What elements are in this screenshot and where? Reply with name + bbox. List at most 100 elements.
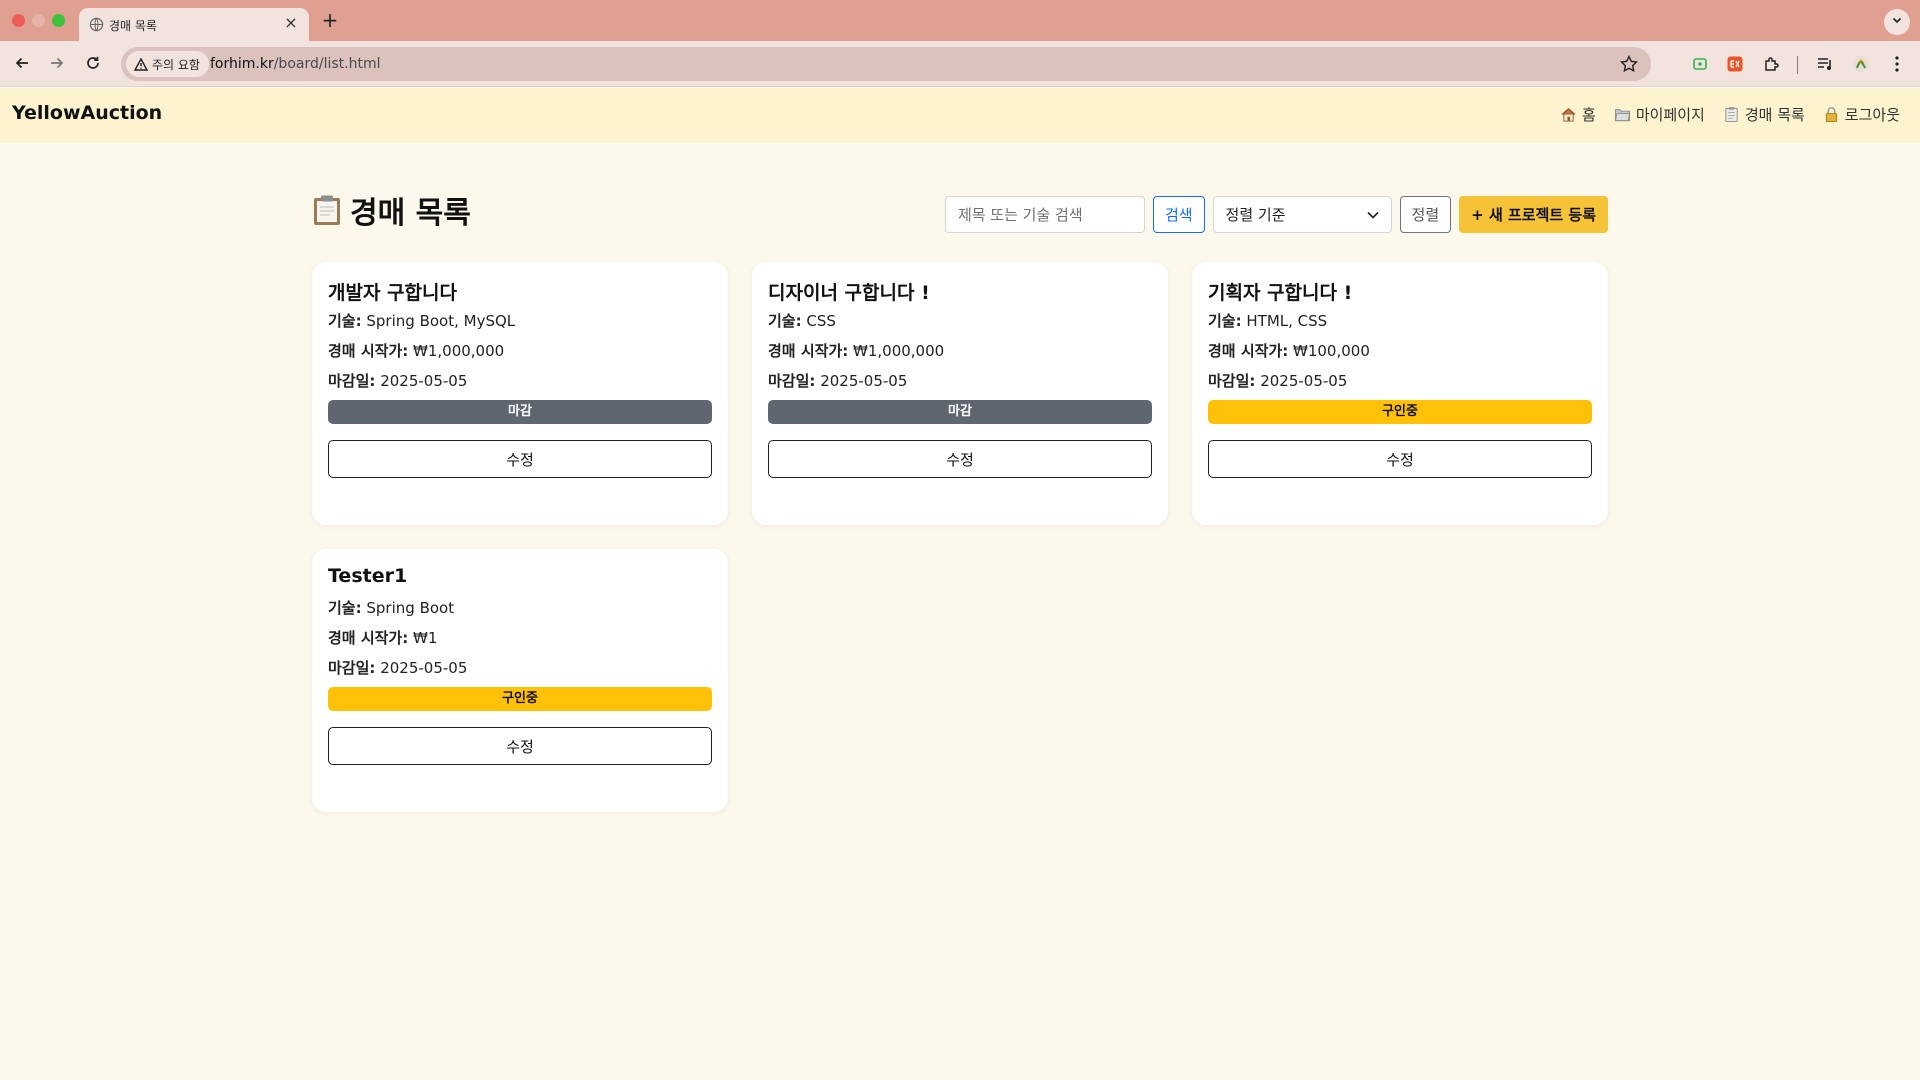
deadline-value: 2025-05-05 xyxy=(380,659,468,677)
skills-label: 기술: xyxy=(1208,312,1242,330)
edit-button[interactable]: 수정 xyxy=(768,440,1152,478)
auction-card: 디자이너 구합니다 ! 기술: CSS 경매 시작가: ₩1,000,000 마… xyxy=(752,262,1168,525)
browser-tab-strip: 경매 목록 × + xyxy=(0,0,1920,41)
list-controls: 검색 정렬 기준 정렬 + 새 프로젝트 등록 xyxy=(944,196,1608,233)
card-title[interactable]: 디자이너 구합니다 ! xyxy=(768,278,1152,306)
card-start-price: 경매 시작가: ₩100,000 xyxy=(1208,340,1592,360)
toolbar-divider xyxy=(1797,56,1798,74)
card-start-price: 경매 시작가: ₩1 xyxy=(328,627,712,647)
auction-card: 개발자 구합니다 기술: Spring Boot, MySQL 경매 시작가: … xyxy=(312,262,728,525)
skills-label: 기술: xyxy=(328,312,362,330)
security-warning-chip[interactable]: 주의 요함 xyxy=(126,51,209,77)
extension-screen-icon[interactable] xyxy=(1689,53,1711,75)
chevron-down-icon xyxy=(1892,17,1902,24)
card-title[interactable]: Tester1 xyxy=(328,565,712,593)
url-text[interactable]: forhim.kr/board/list.html xyxy=(210,56,380,72)
start-price-label: 경매 시작가: xyxy=(1208,342,1289,360)
auction-card-grid: 개발자 구합니다 기술: Spring Boot, MySQL 경매 시작가: … xyxy=(312,262,1608,812)
skills-value: Spring Boot, MySQL xyxy=(366,312,516,330)
auction-card: 기획자 구합니다 ! 기술: HTML, CSS 경매 시작가: ₩100,00… xyxy=(1192,262,1608,525)
deadline-value: 2025-05-05 xyxy=(380,372,468,390)
edit-button[interactable]: 수정 xyxy=(328,727,712,765)
nav-mypage-link[interactable]: 마이페이지 xyxy=(1614,104,1705,125)
top-nav: 홈 마이페이지 경매 목록 로그아웃 xyxy=(1560,104,1900,125)
close-window-button[interactable] xyxy=(12,14,25,27)
edit-button[interactable]: 수정 xyxy=(328,440,712,478)
new-tab-button[interactable]: + xyxy=(318,9,342,33)
start-price-value: ₩100,000 xyxy=(1293,342,1370,360)
card-deadline: 마감일: 2025-05-05 xyxy=(1208,370,1592,390)
card-skills: 기술: Spring Boot xyxy=(328,597,712,617)
card-deadline: 마감일: 2025-05-05 xyxy=(328,657,712,677)
page-title: 경매 목록 xyxy=(312,188,471,232)
skills-value: Spring Boot xyxy=(366,599,455,617)
start-price-value: ₩1,000,000 xyxy=(853,342,945,360)
media-playlist-icon[interactable] xyxy=(1814,53,1836,75)
sort-select-value: 정렬 기준 xyxy=(1225,206,1286,224)
arrow-left-icon xyxy=(15,57,28,69)
deadline-label: 마감일: xyxy=(328,372,376,390)
skills-value: CSS xyxy=(806,312,836,330)
back-button[interactable] xyxy=(10,51,34,75)
nav-home-label: 홈 xyxy=(1582,106,1596,124)
status-badge: 구인중 xyxy=(328,687,712,711)
nav-logout-link[interactable]: 로그아웃 xyxy=(1823,104,1900,125)
site-brand[interactable]: YellowAuction xyxy=(12,102,162,124)
start-price-value: ₩1 xyxy=(413,629,438,647)
maximize-window-button[interactable] xyxy=(52,14,65,27)
browser-toolbar: 주의 요함 forhim.kr/board/list.html xyxy=(0,41,1920,87)
chevron-down-icon xyxy=(1366,211,1379,219)
more-menu-icon[interactable] xyxy=(1886,53,1908,75)
tab-close-icon[interactable]: × xyxy=(281,13,301,33)
start-price-label: 경매 시작가: xyxy=(768,342,849,360)
sort-select[interactable]: 정렬 기준 xyxy=(1212,196,1392,233)
house-icon xyxy=(1561,108,1576,122)
tab-title: 경매 목록 xyxy=(109,19,157,33)
card-skills: 기술: HTML, CSS xyxy=(1208,310,1592,330)
globe-icon xyxy=(89,17,104,32)
card-deadline: 마감일: 2025-05-05 xyxy=(768,370,1152,390)
arrow-right-icon xyxy=(51,57,64,69)
new-project-button[interactable]: + 새 프로젝트 등록 xyxy=(1459,196,1608,233)
tab-search-button[interactable] xyxy=(1884,9,1910,35)
address-bar[interactable]: 주의 요함 forhim.kr/board/list.html xyxy=(121,47,1651,81)
minimize-window-button[interactable] xyxy=(32,14,45,27)
start-price-label: 경매 시작가: xyxy=(328,342,409,360)
site-header: YellowAuction 홈 마이페이지 경매 목록 로그아웃 xyxy=(0,88,1920,143)
search-button[interactable]: 검색 xyxy=(1152,196,1205,233)
auction-card: Tester1 기술: Spring Boot 경매 시작가: ₩1 마감일: … xyxy=(312,549,728,812)
forward-button[interactable] xyxy=(45,51,69,75)
skills-value: HTML, CSS xyxy=(1246,312,1328,330)
reload-button[interactable] xyxy=(81,51,105,75)
search-input[interactable] xyxy=(944,196,1145,233)
deadline-label: 마감일: xyxy=(328,659,376,677)
extension-ex-icon[interactable] xyxy=(1724,53,1746,75)
page-title-text: 경매 목록 xyxy=(350,196,471,231)
warning-icon xyxy=(134,57,148,71)
nav-home-link[interactable]: 홈 xyxy=(1560,104,1596,125)
deadline-label: 마감일: xyxy=(1208,372,1256,390)
security-warning-label: 주의 요함 xyxy=(152,57,200,72)
folder-icon xyxy=(1614,109,1630,122)
card-skills: 기술: CSS xyxy=(768,310,1152,330)
sort-button[interactable]: 정렬 xyxy=(1399,196,1452,233)
browser-tab[interactable]: 경매 목록 × xyxy=(79,8,309,41)
nav-auction-list-label: 경매 목록 xyxy=(1744,106,1805,124)
card-start-price: 경매 시작가: ₩1,000,000 xyxy=(328,340,712,360)
deadline-label: 마감일: xyxy=(768,372,816,390)
status-badge: 마감 xyxy=(768,400,1152,424)
url-path: /board/list.html xyxy=(273,56,381,72)
edit-button[interactable]: 수정 xyxy=(1208,440,1592,478)
bookmark-star-icon[interactable] xyxy=(1619,54,1639,74)
deadline-value: 2025-05-05 xyxy=(820,372,908,390)
extensions-puzzle-icon[interactable] xyxy=(1760,53,1782,75)
start-price-label: 경매 시작가: xyxy=(328,629,409,647)
nav-auction-list-link[interactable]: 경매 목록 xyxy=(1723,104,1805,125)
url-host: forhim.kr xyxy=(210,56,274,72)
skills-label: 기술: xyxy=(328,599,362,617)
card-title[interactable]: 기획자 구합니다 ! xyxy=(1208,278,1592,306)
page-head: 경매 목록 검색 정렬 기준 정렬 + 새 프로젝트 등록 xyxy=(312,186,1608,236)
card-deadline: 마감일: 2025-05-05 xyxy=(328,370,712,390)
card-title[interactable]: 개발자 구합니다 xyxy=(328,278,712,306)
profile-avatar-icon[interactable] xyxy=(1850,53,1872,75)
